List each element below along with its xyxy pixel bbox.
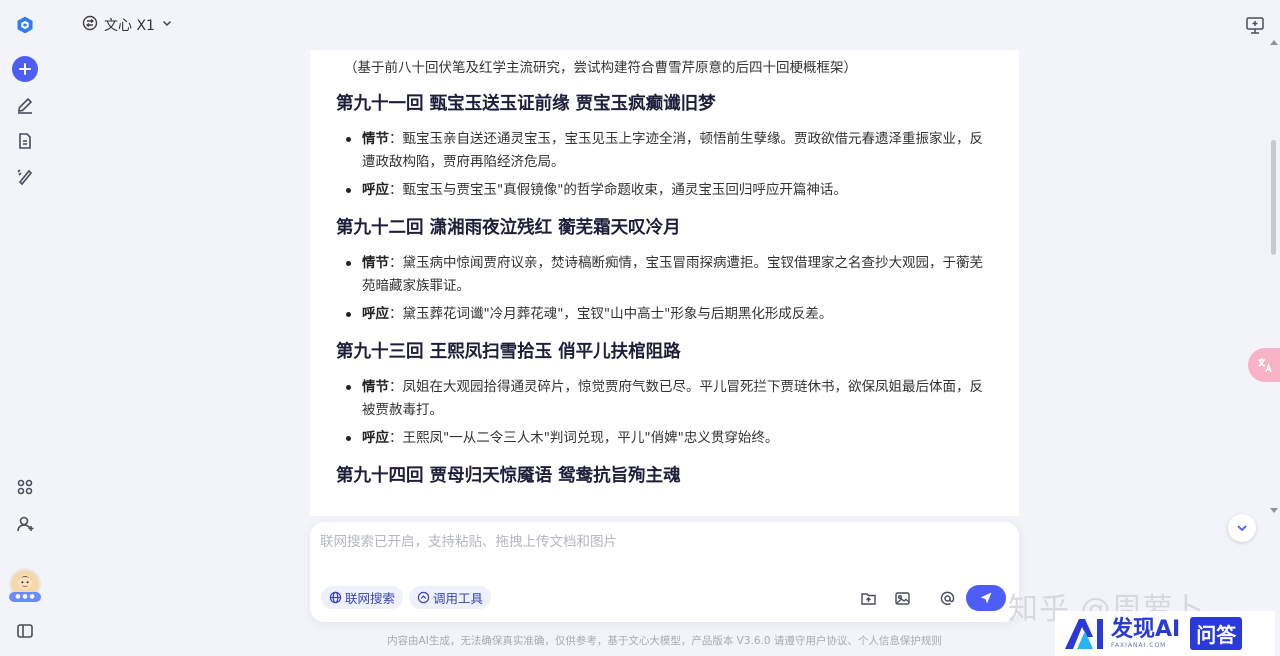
- sidebar-toggle-icon[interactable]: [10, 616, 40, 646]
- upload-image-icon[interactable]: [892, 588, 912, 608]
- point-text: ：甄宝玉与贾宝玉"真假镜像"的哲学命题收束，通灵宝玉回归呼应开篇神话。: [389, 182, 847, 198]
- faxian-subtitle: FAXIANAI.COM: [1111, 642, 1167, 649]
- scroll-up-arrow[interactable]: [1270, 40, 1278, 45]
- point-text: ：黛玉病中惊闻贾府议亲，焚诗稿断痴情，宝玉冒雨探病遭拒。宝钗借理家之名查抄大观园…: [362, 255, 983, 294]
- tools-icon: [417, 591, 430, 604]
- avatar-badge: ● ● ●: [9, 592, 41, 602]
- point-label: 呼应: [362, 306, 389, 322]
- scroll-down-arrow[interactable]: [1270, 508, 1278, 513]
- chat-input[interactable]: [320, 530, 1000, 570]
- point-text: ：王熙凤"一从二令三人木"判词兑现，平儿"俏婢"忠义贯穿始终。: [389, 430, 779, 446]
- new-window-icon[interactable]: [1244, 14, 1266, 36]
- faxian-logo-icon: [1065, 618, 1103, 649]
- chapter-title: 第九十四回 贾母归天惊魇语 鸳鸯抗旨殉主魂: [336, 466, 681, 486]
- list-item: 呼应：甄宝玉与贾宝玉"真假镜像"的哲学命题收束，通灵宝玉回归呼应开篇神话。: [346, 179, 995, 202]
- scroll-to-bottom-button[interactable]: [1228, 514, 1256, 542]
- faxian-title: 发现AI: [1111, 617, 1181, 642]
- chevron-down-icon: [161, 17, 173, 33]
- point-label: 情节: [362, 379, 389, 395]
- call-tools-label: 调用工具: [433, 591, 484, 606]
- chapter-title: 第九十三回 王熙凤扫雪拾玉 俏平儿扶棺阻路: [336, 342, 681, 362]
- translate-icon: [1258, 358, 1272, 373]
- chapter-section: 第九十四回 贾母归天惊魇语 鸳鸯抗旨殉主魂: [336, 464, 995, 488]
- point-text: ：黛玉葬花词谶"冷月葬花魂"，宝钗"山中高士"形象与后期黑化形成反差。: [389, 306, 833, 322]
- point-label: 呼应: [362, 182, 389, 198]
- apps-grid-icon[interactable]: [10, 472, 40, 502]
- document-icon[interactable]: [10, 126, 40, 156]
- add-user-icon[interactable]: [10, 509, 40, 539]
- list-item: 情节：黛玉病中惊闻贾府议亲，焚诗稿断痴情，宝玉冒雨探病遭拒。宝钗借理家之名查抄大…: [346, 252, 995, 298]
- point-label: 呼应: [362, 430, 389, 446]
- chapter-title: 第九十二回 潇湘雨夜泣残红 蘅芜霜天叹冷月: [336, 218, 681, 238]
- faxian-ai-watermark: 发现AI FAXIANAI.COM 问答: [1055, 611, 1275, 656]
- chat-message-area: （基于前八十回伏笔及红学主流研究，尝试构建符合曹雪芹原意的后四十回梗概框架） 第…: [310, 50, 1019, 516]
- list-item: 情节：甄宝玉亲自送还通灵宝玉，宝玉见玉上字迹全消，顿悟前生孽缘。贾政欲借元春遗泽…: [346, 128, 995, 174]
- send-icon: [980, 592, 992, 604]
- send-button[interactable]: [966, 585, 1006, 611]
- point-label: 情节: [362, 131, 389, 147]
- chapter-points: 情节：甄宝玉亲自送还通灵宝玉，宝玉见玉上字迹全消，顿悟前生孽缘。贾政欲借元春遗泽…: [336, 128, 995, 202]
- list-item: 呼应：王熙凤"一从二令三人木"判词兑现，平儿"俏婢"忠义贯穿始终。: [346, 427, 995, 450]
- new-chat-button[interactable]: [12, 56, 38, 82]
- model-name: 文心 X1: [104, 18, 155, 34]
- faxian-qa-badge: 问答: [1190, 617, 1243, 650]
- scrollbar-thumb[interactable]: [1271, 140, 1276, 255]
- chapter-section: 第九十二回 潇湘雨夜泣残红 蘅芜霜天叹冷月 情节：黛玉病中惊闻贾府议亲，焚诗稿断…: [336, 216, 995, 326]
- call-tools-toggle[interactable]: 调用工具: [409, 586, 492, 609]
- model-switcher[interactable]: 文心 X1: [82, 14, 173, 36]
- brush-icon[interactable]: [10, 162, 40, 192]
- globe-icon: [329, 591, 342, 604]
- disclaimer-footer: 内容由AI生成，无法确保真实准确，仅供参考，基于文心大模型，产品版本 V3.6.…: [387, 635, 942, 647]
- left-sidebar: ● ● ●: [0, 0, 50, 656]
- app-logo-icon[interactable]: [10, 10, 40, 40]
- list-item: 情节：凤姐在大观园拾得通灵碎片，惊觉贾府气数已尽。平儿冒死拦下贾琏休书，欲保凤姐…: [346, 376, 995, 422]
- upload-file-icon[interactable]: [858, 588, 878, 608]
- chapter-points: 情节：黛玉病中惊闻贾府议亲，焚诗稿断痴情，宝玉冒雨探病遭拒。宝钗借理家之名查抄大…: [336, 252, 995, 326]
- list-item: 呼应：黛玉葬花词谶"冷月葬花魂"，宝钗"山中高士"形象与后期黑化形成反差。: [346, 303, 995, 326]
- web-search-toggle[interactable]: 联网搜索: [321, 586, 404, 609]
- chapter-points: 情节：凤姐在大观园拾得通灵碎片，惊觉贾府气数已尽。平儿冒死拦下贾琏休书，欲保凤姐…: [336, 376, 995, 450]
- mention-at-icon[interactable]: [937, 588, 957, 608]
- point-text: ：甄宝玉亲自送还通灵宝玉，宝玉见玉上字迹全消，顿悟前生孽缘。贾政欲借元春遗泽重振…: [362, 131, 983, 170]
- chapter-section: 第九十三回 王熙凤扫雪拾玉 俏平儿扶棺阻路 情节：凤姐在大观园拾得通灵碎片，惊觉…: [336, 340, 995, 450]
- chapter-title: 第九十一回 甄宝玉送玉证前缘 贾宝玉疯癫谶旧梦: [336, 94, 716, 114]
- chat-input-box: 联网搜索 调用工具: [310, 522, 1019, 622]
- chapter-section: 第九十一回 甄宝玉送玉证前缘 贾宝玉疯癫谶旧梦 情节：甄宝玉亲自送还通灵宝玉，宝…: [336, 92, 995, 202]
- translate-button[interactable]: [1248, 348, 1280, 382]
- web-search-label: 联网搜索: [345, 591, 396, 606]
- model-icon: [82, 15, 98, 35]
- chevron-down-icon: [1237, 525, 1247, 532]
- pen-icon[interactable]: [10, 90, 40, 120]
- answer-intro: （基于前八十回伏笔及红学主流研究，尝试构建符合曹雪芹原意的后四十回梗概框架）: [344, 60, 857, 76]
- point-text: ：凤姐在大观园拾得通灵碎片，惊觉贾府气数已尽。平儿冒死拦下贾琏休书，欲保凤姐最后…: [362, 379, 983, 418]
- point-label: 情节: [362, 255, 389, 271]
